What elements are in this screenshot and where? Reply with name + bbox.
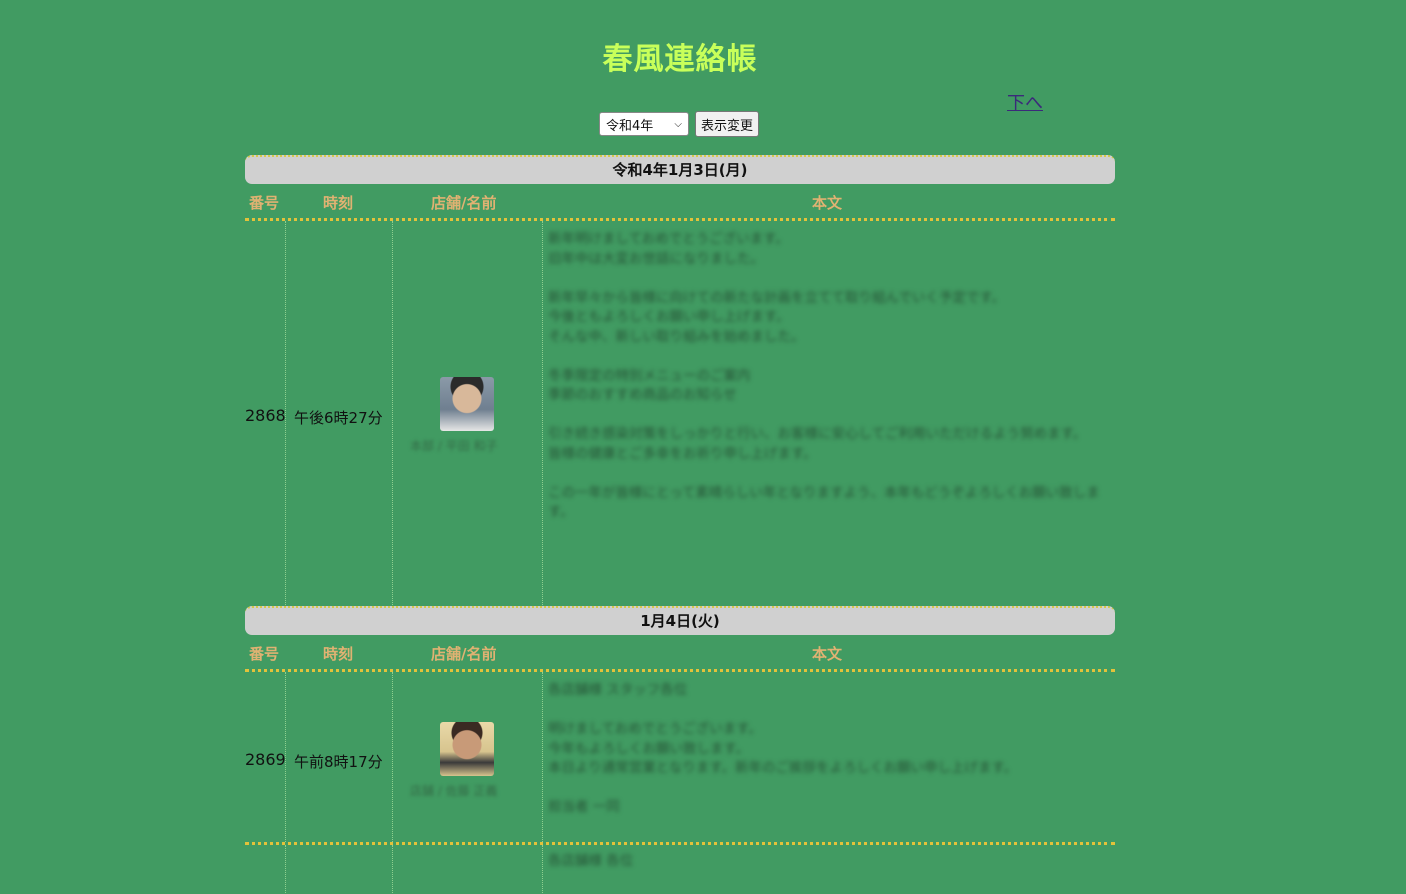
post-body: 新年明けましておめでとうございます。 旧年中は大変お世話になりました。 新年早々… [548, 231, 1100, 520]
column-divider [392, 672, 393, 842]
column-body: 本文 [812, 645, 843, 663]
column-time: 時刻 [323, 645, 354, 663]
column-divider [392, 845, 393, 894]
column-time: 時刻 [323, 194, 354, 212]
page: 春風連絡帳 下へ 令和4年 ⌵ 表示変更 令和4年1月3日(月) 番号 時刻 店… [0, 0, 1406, 894]
column-shop: 店舗/名前 [431, 194, 497, 212]
column-header: 番号 時刻 店舗/名前 本文 [245, 635, 1115, 672]
post-row: 2868 午後6時27分 本部 / 平田 和子 新年明けましておめでとうございま… [245, 221, 1115, 607]
date-heading: 1月4日(火) [245, 606, 1115, 635]
post-body: 各店舗様 スタッフ各位 明けましておめでとうございます。 今年もよろしくお願い致… [548, 682, 1018, 815]
year-select[interactable]: 令和4年 ⌵ [599, 112, 689, 136]
column-divider [542, 845, 543, 894]
column-divider [542, 221, 543, 607]
column-number: 番号 [249, 645, 280, 663]
shop-name: 店舗 / 佐藤 正義 [410, 784, 498, 798]
year-controls: 令和4年 ⌵ 表示変更 [599, 111, 760, 137]
post-row: 各店舗様 各位 [245, 845, 1115, 894]
post-time: 午前8時17分 [294, 753, 383, 771]
shop-name: 本部 / 平田 和子 [410, 439, 498, 453]
day-section: 1月4日(火) 番号 時刻 店舗/名前 本文 2869 午前8時17分 店舗 /… [245, 606, 1115, 894]
column-shop: 店舗/名前 [431, 645, 497, 663]
chevron-down-icon: ⌵ [674, 118, 682, 130]
column-header: 番号 時刻 店舗/名前 本文 [245, 184, 1115, 221]
post-row: 2869 午前8時17分 店舗 / 佐藤 正義 各店舗様 スタッフ各位 明けまし… [245, 672, 1115, 845]
scroll-down-link[interactable]: 下へ [1007, 89, 1043, 115]
change-display-button[interactable]: 表示変更 [695, 111, 760, 137]
post-body: 各店舗様 各位 [548, 853, 634, 869]
post-time: 午後6時27分 [294, 409, 383, 427]
day-section: 令和4年1月3日(月) 番号 時刻 店舗/名前 本文 2868 午後6時27分 … [245, 155, 1115, 607]
column-divider [285, 845, 286, 894]
column-number: 番号 [249, 194, 280, 212]
avatar [440, 722, 494, 776]
column-divider [392, 221, 393, 607]
post-number: 2868 [245, 406, 286, 425]
page-title: 春風連絡帳 [602, 42, 758, 77]
post-number: 2869 [245, 750, 286, 769]
date-heading: 令和4年1月3日(月) [245, 155, 1115, 184]
column-divider [542, 672, 543, 842]
avatar [440, 377, 494, 431]
year-select-value: 令和4年 [606, 118, 654, 134]
column-body: 本文 [812, 194, 843, 212]
